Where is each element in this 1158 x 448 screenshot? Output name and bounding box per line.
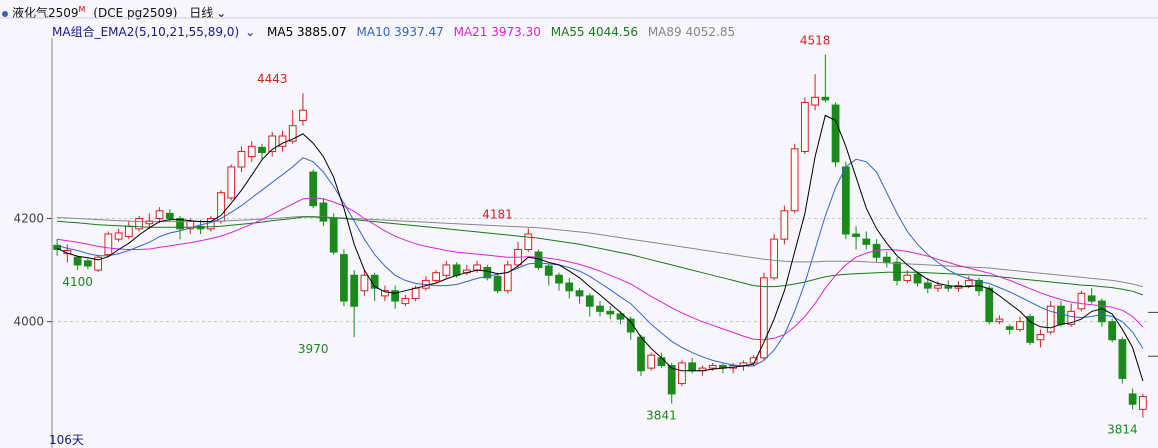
candle-body <box>862 238 871 245</box>
candle-body <box>1098 300 1106 323</box>
candle-body <box>432 272 440 281</box>
price-annotation: 4181 <box>482 207 513 221</box>
candle-body <box>227 166 236 199</box>
candle-body <box>1036 334 1045 341</box>
candle-body <box>780 210 789 240</box>
candle-body <box>155 210 164 220</box>
candle-body <box>678 362 686 385</box>
candle-body <box>83 260 92 267</box>
day-count-label: 106天 <box>49 433 84 447</box>
ma89-line <box>57 216 1144 288</box>
candle-body <box>340 254 348 302</box>
candle-body <box>667 365 676 395</box>
candle-body <box>503 264 512 292</box>
candle-body <box>165 212 174 220</box>
candle-body <box>1108 321 1117 341</box>
candle-body <box>647 354 656 369</box>
candle-body <box>1057 305 1065 325</box>
candle-body <box>637 336 645 372</box>
candle-body <box>944 286 953 289</box>
candle-body <box>524 233 533 250</box>
candle-body <box>893 261 901 281</box>
candles-layer <box>53 54 1147 418</box>
candle-body <box>575 290 584 297</box>
candle-body <box>473 264 481 271</box>
candle-body <box>831 104 840 163</box>
candle-body <box>811 96 819 106</box>
candle-body <box>442 264 451 276</box>
candle-body <box>258 146 266 154</box>
candle-body <box>913 273 922 284</box>
candle-body <box>309 171 318 207</box>
candle-body <box>708 365 717 369</box>
price-annotation: 4100 <box>62 275 93 289</box>
price-annotation: 3841 <box>646 409 677 423</box>
candle-body <box>964 279 973 287</box>
candle-body <box>452 264 461 276</box>
candle-body <box>73 256 82 266</box>
candle-body <box>821 96 830 101</box>
candle-body <box>237 150 246 168</box>
candle-body <box>247 145 256 158</box>
candle-body <box>1026 316 1035 343</box>
candle-body <box>657 357 666 367</box>
candle-body <box>852 233 860 238</box>
candle-body <box>544 265 553 276</box>
candle-body <box>104 233 113 256</box>
candle-body <box>411 287 420 299</box>
ma10-line <box>56 157 1144 367</box>
candle-body <box>800 101 809 152</box>
candle-body <box>841 166 850 235</box>
candle-body <box>882 256 891 263</box>
labels-layer: 4000 4200 4443 4100 3970 4181 3841 4518 3814 106天 <box>13 34 1137 447</box>
y-tick-label: 4000 <box>13 315 44 329</box>
candle-body <box>903 274 912 281</box>
price-annotation: 3970 <box>298 342 329 356</box>
candlestick-chart[interactable]: 4000 4200 4443 4100 3970 4181 3841 4518 3814 106天 <box>0 0 1158 448</box>
candle-body <box>493 275 502 292</box>
candle-body <box>995 318 1004 323</box>
candle-body <box>1016 321 1024 330</box>
candle-body <box>1118 339 1127 379</box>
candle-body <box>1077 292 1086 310</box>
candle-body <box>1005 326 1014 330</box>
candle-body <box>790 148 799 212</box>
candle-body <box>760 277 768 359</box>
candle-body <box>1087 295 1096 302</box>
candle-body <box>350 274 359 307</box>
candle-body <box>565 282 574 292</box>
ma-lines-layer <box>56 114 1144 382</box>
candle-body <box>1138 395 1147 410</box>
price-annotation: 3814 <box>1107 423 1138 437</box>
y-tick-label: 4200 <box>13 212 44 226</box>
price-annotation: 4518 <box>800 34 831 48</box>
candle-body <box>934 285 942 289</box>
candle-body <box>585 295 594 307</box>
candle-body <box>114 232 123 240</box>
candle-body <box>299 109 307 122</box>
candle-body <box>1128 393 1137 405</box>
grid-layer <box>0 17 1158 448</box>
candle-body <box>360 274 369 292</box>
candle-body <box>596 305 604 312</box>
candle-body <box>688 362 697 372</box>
candle-body <box>329 218 338 253</box>
candle-body <box>770 238 779 279</box>
chart-stage: 液化气2509M (DCE pg2509) 日线 ⌄ MA组合_EMA2(5,10… <box>0 0 1158 448</box>
candle-body <box>555 274 563 284</box>
candle-body <box>319 202 328 222</box>
candle-body <box>923 282 932 289</box>
candle-body <box>401 297 410 305</box>
candle-body <box>124 225 133 238</box>
candle-body <box>985 287 994 323</box>
price-annotation: 4443 <box>257 72 288 86</box>
candle-body <box>606 310 615 315</box>
